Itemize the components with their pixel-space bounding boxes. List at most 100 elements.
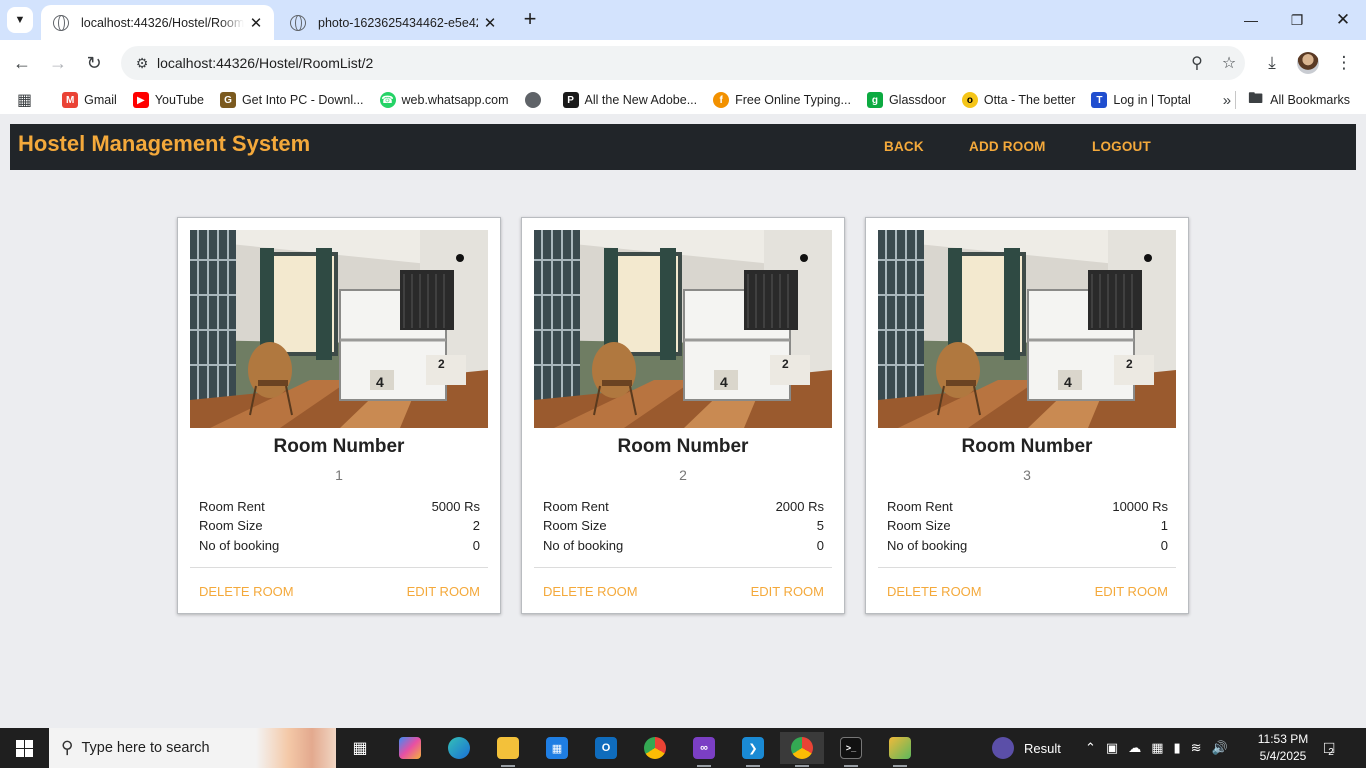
taskbar-edge[interactable] [437, 732, 481, 764]
reload-icon[interactable]: ↻ [82, 51, 106, 75]
edit-room-button[interactable]: EDIT ROOM [407, 584, 480, 599]
new-tab-button[interactable]: + [518, 8, 542, 32]
chevron-right-icon[interactable]: » [1223, 92, 1231, 109]
taskbar-outlook[interactable]: O [584, 732, 628, 764]
outlook-icon: O [595, 737, 617, 759]
onedrive-icon[interactable]: ☁ [1128, 740, 1141, 756]
room-card-title: Room Number [961, 436, 1093, 457]
task-view-icon: ▦ [352, 740, 368, 757]
typing-icon: f [713, 92, 730, 108]
youtube-icon: ▶ [132, 92, 149, 108]
bookmark-toptal[interactable]: T Log in | Toptal [1091, 92, 1191, 108]
weather-widget[interactable]: Result [992, 728, 1061, 768]
close-tab-icon[interactable]: ✕ [244, 14, 268, 32]
taskbar-chrome-active[interactable] [780, 732, 824, 767]
bookmark-youtube[interactable]: ▶ YouTube [132, 92, 204, 108]
tab-search-button[interactable]: ▼ [7, 7, 33, 33]
getintopc-icon: G [219, 92, 236, 108]
terminal-icon: >_ [840, 737, 862, 759]
search-icon: ⚲ [61, 738, 74, 757]
edit-room-button[interactable]: EDIT ROOM [751, 584, 824, 599]
address-bar[interactable]: ⚙ localhost:44326/Hostel/RoomList/2 ⚲ ☆ [121, 46, 1245, 80]
room-card-title: Room Number [617, 436, 749, 457]
card-divider [190, 567, 488, 568]
room-card: Room Number 1 Room Rent 5000 Rs Room Size… [177, 217, 501, 614]
taskbar-copilot[interactable] [388, 732, 432, 764]
battery-icon[interactable]: ▮ [1174, 740, 1181, 756]
kebab-menu-icon[interactable]: ⋮ [1332, 51, 1356, 75]
room-card: Room Number 2 Room Rent 2000 Rs Room Size… [521, 217, 845, 614]
bookmark-glassdoor[interactable]: g Glassdoor [866, 92, 946, 108]
taskbar-terminal[interactable]: >_ [829, 732, 873, 767]
bookmark-adobe[interactable]: P All the New Adobe... [562, 92, 697, 108]
globe-icon [524, 92, 541, 108]
taskbar-chrome[interactable] [633, 732, 677, 764]
snipping-tool-icon [889, 737, 911, 759]
clock[interactable]: 11:53 PM 5/4/2025 [1252, 731, 1314, 765]
tab-active[interactable]: localhost:44326/Hostel/RoomList/2 ✕ [41, 5, 274, 40]
url-text[interactable]: localhost:44326/Hostel/RoomList/2 [157, 55, 1181, 71]
close-window-icon[interactable]: ✕ [1320, 0, 1366, 40]
taskbar-snipping[interactable] [878, 732, 922, 767]
bookmark-getintopc[interactable]: G Get Into PC - Downl... [219, 92, 364, 108]
wifi-icon[interactable]: ≋ [1191, 740, 1202, 756]
room-rent-value: 5000 Rs [431, 499, 480, 514]
bookmark-globe[interactable] [524, 92, 547, 108]
room-rent-row: Room Rent 10000 Rs [887, 499, 1168, 514]
app-brand[interactable]: Hostel Management System [18, 131, 310, 157]
all-bookmarks[interactable]: 🖿 All Bookmarks [1248, 88, 1350, 113]
site-info-icon[interactable]: ⚙ [127, 55, 157, 72]
vscode-icon: ❯ [742, 737, 764, 759]
zoom-icon[interactable]: ⚲ [1181, 53, 1213, 73]
otta-icon: o [961, 92, 978, 108]
restore-icon[interactable]: ❐ [1274, 0, 1320, 40]
windows-start-button[interactable] [0, 728, 48, 768]
taskbar-store[interactable]: ▦ [535, 732, 579, 764]
bookmark-otta[interactable]: o Otta - The better [961, 92, 1075, 108]
globe-icon [53, 14, 69, 31]
bookmark-star-icon[interactable]: ☆ [1213, 53, 1245, 73]
volume-icon[interactable]: 🔊 [1212, 740, 1228, 756]
bookmark-whatsapp[interactable]: ☎ web.whatsapp.com [379, 92, 509, 108]
taskbar-search-box[interactable]: ⚲ Type here to search [49, 728, 336, 768]
card-divider [878, 567, 1176, 568]
task-view-button[interactable]: ▦ [338, 732, 382, 764]
notifications-button[interactable]: □ 2 [1324, 728, 1334, 768]
tab-title: photo-1623625434462-e5e423 [318, 15, 478, 30]
logout-link[interactable]: LOGOUT [1092, 139, 1151, 154]
globe-icon [290, 14, 306, 31]
booking-count-value: 0 [816, 538, 824, 553]
booking-count-row: No of booking 0 [887, 538, 1168, 553]
room-number: 3 [1023, 467, 1031, 483]
delete-room-button[interactable]: DELETE ROOM [887, 584, 982, 599]
meet-icon[interactable]: ▣ [1106, 740, 1118, 756]
close-tab-icon[interactable]: ✕ [478, 14, 502, 32]
notification-count: 2 [1328, 746, 1334, 758]
profile-avatar[interactable] [1297, 52, 1319, 74]
system-tray: ⌃ ▣ ☁ ▦ ▮ ≋ 🔊 [1085, 728, 1228, 768]
room-rent-value: 2000 Rs [775, 499, 824, 514]
taskbar-visual-studio[interactable]: ∞ [682, 732, 726, 767]
store-icon: ▦ [546, 737, 568, 759]
copilot-icon [399, 737, 421, 759]
taskbar-vscode[interactable]: ❯ [731, 732, 775, 767]
bookmark-gmail[interactable]: M Gmail [62, 92, 117, 108]
delete-room-button[interactable]: DELETE ROOM [199, 584, 294, 599]
tab-inactive[interactable]: photo-1623625434462-e5e423 ✕ [278, 5, 508, 40]
minimize-icon[interactable]: — [1228, 0, 1274, 40]
taskbar-file-explorer[interactable] [486, 732, 530, 767]
back-arrow-icon[interactable]: ← [10, 51, 34, 75]
apps-grid-icon[interactable]: ▦ [17, 90, 34, 110]
back-link[interactable]: BACK [884, 139, 924, 154]
add-room-link[interactable]: ADD ROOM [969, 139, 1046, 154]
bookmark-typing[interactable]: f Free Online Typing... [713, 92, 851, 108]
bookmarks-bar: ▦ M Gmail ▶ YouTube G Get Into PC - Downl..… [0, 86, 1366, 114]
forward-arrow-icon[interactable]: → [46, 51, 70, 75]
edit-room-button[interactable]: EDIT ROOM [1095, 584, 1168, 599]
clock-date: 5/4/2025 [1259, 749, 1307, 763]
delete-room-button[interactable]: DELETE ROOM [543, 584, 638, 599]
display-icon[interactable]: ▦ [1151, 740, 1163, 756]
chevron-up-icon[interactable]: ⌃ [1085, 740, 1096, 756]
download-icon[interactable]: ⤓ [1260, 51, 1284, 75]
clock-time: 11:53 PM [1257, 732, 1309, 746]
